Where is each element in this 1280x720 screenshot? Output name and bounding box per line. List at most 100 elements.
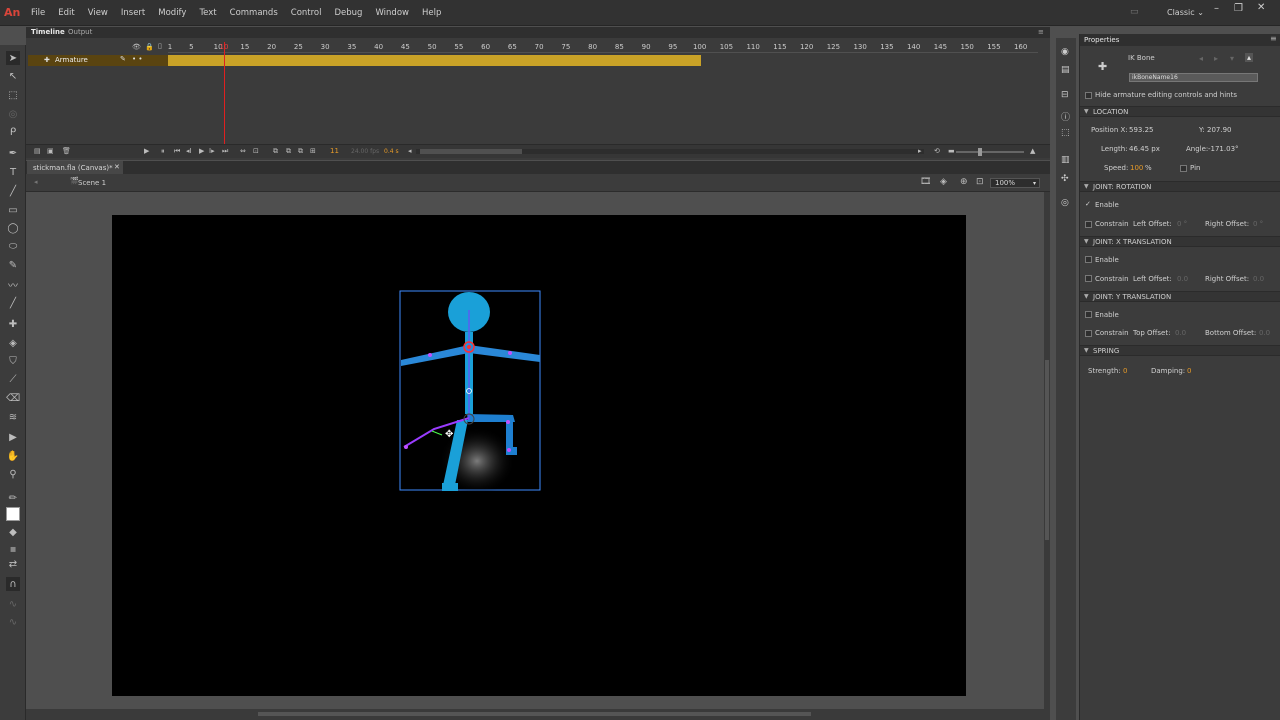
3d-rotation-tool-icon[interactable]: ◎: [6, 107, 20, 121]
rotation-constrain-checkbox[interactable]: [1085, 221, 1092, 228]
line-tool-icon[interactable]: ╱: [6, 184, 20, 198]
rotation-enable-check-icon[interactable]: ✓: [1085, 200, 1091, 208]
menu-text[interactable]: Text: [199, 8, 216, 18]
stage-vscroll[interactable]: [1044, 192, 1050, 710]
edit-multiple-icon[interactable]: ⧉: [286, 147, 291, 156]
child-icon[interactable]: ▾: [1230, 54, 1234, 63]
stage-canvas[interactable]: ✥: [112, 215, 966, 696]
lasso-tool-icon[interactable]: ᑭ: [6, 125, 20, 139]
menu-debug[interactable]: Debug: [335, 8, 363, 18]
parent-icon[interactable]: ▴: [1245, 53, 1254, 62]
selection-tool-icon[interactable]: ➤: [6, 51, 20, 65]
center-frame-icon[interactable]: ⊞: [310, 147, 316, 155]
menu-modify[interactable]: Modify: [158, 8, 186, 18]
panel-menu-icon[interactable]: ≡: [1038, 28, 1044, 36]
menu-commands[interactable]: Commands: [230, 8, 278, 18]
menu-edit[interactable]: Edit: [58, 8, 74, 18]
scroll-left-icon[interactable]: ◂: [408, 147, 412, 155]
prev-sibling-icon[interactable]: ◂: [1199, 54, 1203, 63]
zoom-in-icon[interactable]: ▲: [1030, 147, 1035, 155]
menu-window[interactable]: Window: [375, 8, 409, 18]
restore-icon[interactable]: ❐: [1234, 3, 1243, 14]
onion-skin-icon[interactable]: ⊡: [253, 147, 259, 155]
properties-icon[interactable]: ◉: [1061, 47, 1069, 57]
subselection-tool-icon[interactable]: ↖: [6, 69, 20, 83]
section-joint-y-translation[interactable]: ▼ JOINT: Y TRANSLATION: [1080, 291, 1280, 302]
text-tool-icon[interactable]: T: [6, 165, 20, 179]
menu-control[interactable]: Control: [291, 8, 322, 18]
x-left-offset-value[interactable]: 0.0: [1177, 275, 1188, 283]
paint-brush-tool-icon[interactable]: ╱: [6, 296, 20, 310]
last-frame-icon[interactable]: ⏭: [222, 147, 228, 156]
layer-armature[interactable]: ✚ Armature ✎ • •: [28, 55, 168, 66]
fit-icon[interactable]: ⟲: [934, 147, 940, 155]
fill-color-swatch[interactable]: [6, 507, 20, 521]
clip-icon[interactable]: ⊡: [976, 177, 984, 187]
stickman-drawing[interactable]: ✥: [112, 215, 966, 696]
rotation-right-offset-value[interactable]: 0 °: [1253, 220, 1263, 228]
strength-value[interactable]: 0: [1123, 367, 1127, 375]
workspace-switcher[interactable]: Classic ⌄: [1167, 8, 1204, 17]
y-enable-checkbox[interactable]: [1085, 311, 1092, 318]
clapper-icon[interactable]: 🎞: [920, 177, 931, 187]
menu-insert[interactable]: Insert: [121, 8, 145, 18]
tab-output[interactable]: Output: [68, 28, 92, 36]
bone-name-input[interactable]: ikBoneName16: [1129, 73, 1258, 82]
menu-file[interactable]: File: [31, 8, 45, 18]
timeline-hscroll[interactable]: [416, 149, 924, 154]
new-layer-icon[interactable]: ▤: [34, 147, 41, 155]
step-back-icon[interactable]: ◂I: [186, 147, 192, 155]
x-enable-checkbox[interactable]: [1085, 256, 1092, 263]
close-tab-icon[interactable]: ✕: [114, 163, 120, 171]
onion-outline-icon[interactable]: ⧉: [273, 147, 278, 156]
layer-frames-span[interactable]: [168, 55, 701, 66]
brush-tool-icon[interactable]: 〰: [6, 277, 20, 292]
pencil-tool-icon[interactable]: ✎: [6, 258, 20, 272]
y-bottom-offset-value[interactable]: 0.0: [1259, 329, 1270, 337]
camera-icon[interactable]: ▶: [144, 147, 149, 155]
damping-value[interactable]: 0: [1187, 367, 1191, 375]
time-readout[interactable]: 0.4 s: [384, 148, 399, 155]
tab-properties[interactable]: Properties: [1084, 36, 1119, 44]
y-constrain-checkbox[interactable]: [1085, 330, 1092, 337]
scene-label[interactable]: Scene 1: [78, 179, 106, 187]
pencil-edit-icon[interactable]: ✎: [120, 55, 126, 63]
show-hide-icon[interactable]: 👁: [132, 43, 141, 51]
menu-help[interactable]: Help: [422, 8, 441, 18]
first-frame-icon[interactable]: ⏸: [161, 147, 165, 156]
tab-timeline[interactable]: Timeline: [31, 28, 65, 36]
black-white-icon[interactable]: ▪: [6, 542, 20, 556]
loop-icon[interactable]: ⇔: [240, 147, 246, 155]
playhead[interactable]: [224, 42, 225, 148]
width-tool-icon[interactable]: ≋: [6, 410, 20, 424]
color-icon[interactable]: ◎: [1061, 198, 1069, 208]
play-icon[interactable]: ▶: [199, 147, 204, 155]
edit-symbols-icon[interactable]: ◈: [940, 177, 947, 187]
delete-layer-icon[interactable]: 🗑: [62, 147, 71, 155]
paint-bucket-tool-icon[interactable]: ◈: [6, 336, 20, 350]
info-icon[interactable]: ⓘ: [1061, 110, 1070, 123]
zoom-select[interactable]: 100% ▾: [990, 178, 1040, 188]
minimize-icon[interactable]: –: [1214, 3, 1219, 14]
motion-presets-icon[interactable]: ✣: [1061, 174, 1069, 184]
camera-tool-icon[interactable]: ▶: [6, 430, 20, 444]
speed-value[interactable]: 100: [1130, 164, 1143, 172]
timeline-ruler[interactable]: 1 5 10 15 20 25 30 35 40 45 50 55 60 65 70 75 80 85 90 95 10…: [168, 40, 1038, 53]
oval-tool-icon[interactable]: ◯: [6, 221, 20, 235]
section-joint-x-translation[interactable]: ▼ JOINT: X TRANSLATION: [1080, 236, 1280, 247]
stage-hscroll[interactable]: [26, 709, 1050, 720]
current-frame-readout[interactable]: 11: [330, 147, 339, 155]
hand-tool-icon[interactable]: ✋: [6, 449, 20, 463]
ink-bottle-tool-icon[interactable]: ⛉: [6, 354, 20, 368]
scroll-right-icon[interactable]: ▸: [918, 147, 922, 155]
components-icon[interactable]: ▥: [1061, 155, 1070, 165]
section-spring[interactable]: ▼ SPRING: [1080, 345, 1280, 356]
align-icon[interactable]: ⊟: [1061, 90, 1069, 100]
swap-colors-icon[interactable]: ⇄: [6, 557, 20, 571]
section-location[interactable]: ▼ LOCATION: [1080, 106, 1280, 117]
rectangle-tool-icon[interactable]: ▭: [6, 203, 20, 217]
bone-tool-icon[interactable]: ✚: [6, 317, 20, 331]
eraser-tool-icon[interactable]: ⌫: [6, 391, 20, 405]
eyedropper-tool-icon[interactable]: ⟋: [6, 372, 20, 386]
center-stage-icon[interactable]: ⊕: [960, 177, 968, 187]
